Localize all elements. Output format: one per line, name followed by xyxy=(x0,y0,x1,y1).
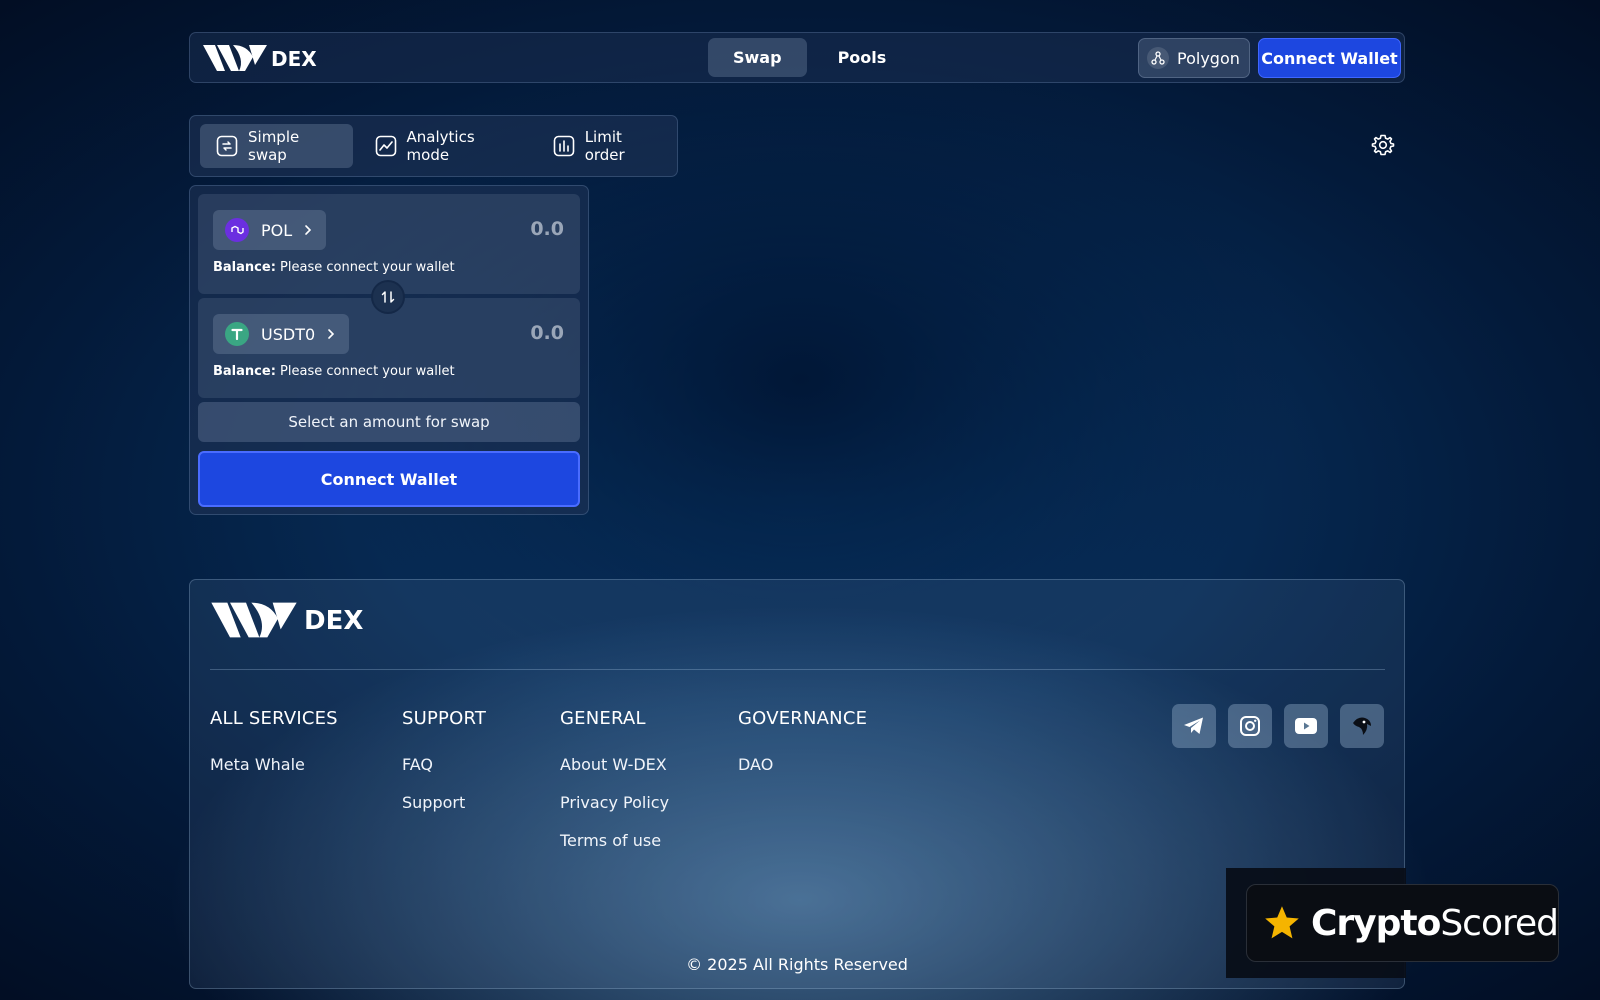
footer-link-support[interactable]: Support xyxy=(402,793,486,812)
to-balance: Balance: Please connect your wallet xyxy=(213,364,455,379)
tab-swap[interactable]: Swap xyxy=(708,38,807,77)
footer-column-all-services: ALL SERVICES Meta Whale xyxy=(210,708,338,793)
footer-logo[interactable]: DEX xyxy=(210,600,363,640)
instagram-icon xyxy=(1240,716,1260,736)
balance-label: Balance: xyxy=(213,364,276,379)
top-navbar: DEX Swap Pools Polygon Connect Wallet xyxy=(189,32,1405,83)
telegram-icon xyxy=(1184,717,1203,734)
from-token-panel: POL Balance: Please connect your wallet xyxy=(198,194,580,294)
copyright: © 2025 All Rights Reserved xyxy=(686,955,908,974)
mode-label: Limit order xyxy=(584,128,625,164)
badge-prefix: Crypto xyxy=(1310,902,1441,944)
usdt-token-icon xyxy=(225,322,249,346)
w-logo-icon xyxy=(211,602,297,638)
mode-analytics[interactable]: Analytics mode xyxy=(359,124,531,168)
footer-column-support: SUPPORT FAQ Support xyxy=(402,708,486,831)
network-label: Polygon xyxy=(1177,48,1240,68)
chart-icon xyxy=(375,135,396,157)
badge-text: CryptoScored xyxy=(1310,902,1559,944)
balance-label: Balance: xyxy=(213,260,276,275)
settings-button[interactable] xyxy=(1371,133,1395,161)
from-token-selector[interactable]: POL xyxy=(213,210,327,250)
star-icon xyxy=(1265,906,1299,939)
social-links xyxy=(1172,704,1384,748)
connect-wallet-button[interactable]: Connect Wallet xyxy=(1258,38,1401,78)
footer-column-title: SUPPORT xyxy=(402,708,487,729)
instagram-link[interactable] xyxy=(1228,704,1272,748)
footer-column-governance: GOVERNANCE DAO xyxy=(738,708,867,793)
mode-simple-swap[interactable]: Simple swap xyxy=(200,124,353,168)
balance-value: Please connect your wallet xyxy=(280,260,455,275)
bird-link[interactable] xyxy=(1340,704,1384,748)
chevron-right-icon xyxy=(327,325,335,344)
youtube-link[interactable] xyxy=(1284,704,1328,748)
cryptoscored-badge[interactable]: CryptoScored xyxy=(1246,884,1559,962)
swap-mode-icon xyxy=(216,135,238,157)
footer: DEX ALL SERVICES Meta Whale SUPPORT FAQ … xyxy=(189,579,1405,989)
from-amount-input[interactable] xyxy=(424,218,564,240)
footer-link-privacy[interactable]: Privacy Policy xyxy=(560,793,669,812)
to-amount-input[interactable] xyxy=(424,322,564,344)
tab-pools[interactable]: Pools xyxy=(813,38,912,77)
swap-card: POL Balance: Please connect your wallet … xyxy=(189,185,589,515)
brand-name: DEX xyxy=(304,606,364,636)
swap-direction-button[interactable] xyxy=(371,280,405,314)
header-logo[interactable]: DEX xyxy=(203,43,317,73)
network-icon xyxy=(1147,47,1169,69)
w-logo-icon xyxy=(203,45,267,71)
main-nav: Swap Pools xyxy=(708,38,911,77)
footer-link-meta-whale[interactable]: Meta Whale xyxy=(210,755,338,774)
footer-link-faq[interactable]: FAQ xyxy=(402,755,486,774)
footer-link-dao[interactable]: DAO xyxy=(738,755,867,774)
balance-value: Please connect your wallet xyxy=(280,364,455,379)
footer-divider xyxy=(210,669,1385,670)
brand-name: DEX xyxy=(271,47,317,71)
badge-suffix: Scored xyxy=(1440,902,1559,944)
youtube-icon xyxy=(1295,718,1317,734)
mode-limit-order[interactable]: Limit order xyxy=(537,124,677,168)
from-balance: Balance: Please connect your wallet xyxy=(213,260,455,275)
swap-arrows-icon xyxy=(381,291,395,303)
telegram-link[interactable] xyxy=(1172,704,1216,748)
select-amount-notice: Select an amount for swap xyxy=(198,402,580,442)
mode-label: Simple swap xyxy=(248,128,300,164)
gear-icon xyxy=(1371,134,1395,156)
limit-order-icon xyxy=(553,135,574,157)
to-token-symbol: USDT0 xyxy=(261,324,316,344)
footer-link-terms[interactable]: Terms of use xyxy=(560,831,669,850)
mode-label: Analytics mode xyxy=(406,128,475,164)
footer-column-title: GENERAL xyxy=(560,708,646,729)
chevron-right-icon xyxy=(304,221,312,240)
bird-icon xyxy=(1353,717,1371,735)
network-selector[interactable]: Polygon xyxy=(1138,38,1250,78)
pol-token-icon xyxy=(225,218,249,242)
mode-selector: Simple swap Analytics mode Limit order xyxy=(189,115,678,177)
footer-link-about[interactable]: About W-DEX xyxy=(560,755,669,774)
connect-wallet-swap-button[interactable]: Connect Wallet xyxy=(198,451,580,507)
footer-column-title: ALL SERVICES xyxy=(210,708,338,729)
footer-column-title: GOVERNANCE xyxy=(738,708,868,729)
footer-column-general: GENERAL About W-DEX Privacy Policy Terms… xyxy=(560,708,669,869)
to-token-selector[interactable]: USDT0 xyxy=(213,314,350,354)
from-token-symbol: POL xyxy=(261,220,293,240)
